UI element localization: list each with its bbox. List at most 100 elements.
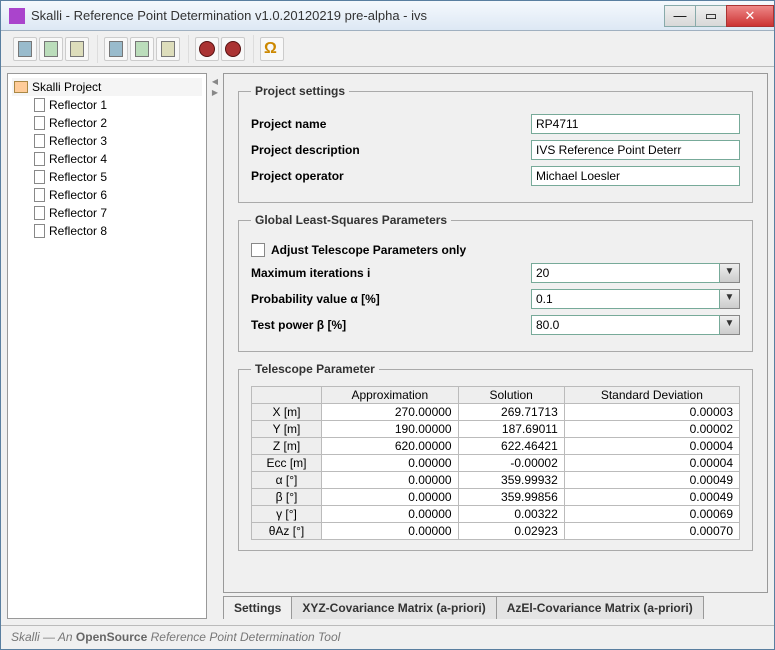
project-name-input[interactable]: [531, 114, 740, 134]
tb-btn-1[interactable]: [13, 37, 37, 61]
tree-item[interactable]: Reflector 8: [12, 222, 202, 240]
tree-item[interactable]: Reflector 3: [12, 132, 202, 150]
cell-std: 0.00003: [564, 404, 739, 421]
cell-std: 0.00002: [564, 421, 739, 438]
adjust-label: Adjust Telescope Parameters only: [271, 243, 466, 257]
tb-btn-8[interactable]: [221, 37, 245, 61]
legend-project: Project settings: [251, 84, 349, 98]
row-header: β [°]: [252, 489, 322, 506]
toolbar: Ω: [1, 31, 774, 67]
tree-item-label: Reflector 5: [49, 170, 107, 184]
file-icon: [34, 134, 45, 148]
table-row: β [°]0.00000359.998560.00049: [252, 489, 740, 506]
tree-item-label: Reflector 3: [49, 134, 107, 148]
tree-item-label: Reflector 1: [49, 98, 107, 112]
pow-label: Test power β [%]: [251, 318, 531, 332]
tb-btn-5[interactable]: [130, 37, 154, 61]
main-area: Skalli Project Reflector 1 Reflector 2 Ref…: [1, 67, 774, 625]
col-sol: Solution: [458, 387, 564, 404]
chevron-right-icon: ▶: [212, 88, 218, 97]
tree-item[interactable]: Reflector 7: [12, 204, 202, 222]
sheet-icon: [44, 41, 58, 57]
tree-item-label: Reflector 6: [49, 188, 107, 202]
pow-input[interactable]: [531, 315, 720, 335]
prob-dropdown[interactable]: ▼: [720, 289, 740, 309]
row-header: X [m]: [252, 404, 322, 421]
table-row: γ [°]0.000000.003220.00069: [252, 506, 740, 523]
cell-approx: 0.00000: [322, 472, 459, 489]
maxit-input[interactable]: [531, 263, 720, 283]
settings-panel: Project settings Project name Project de…: [223, 73, 768, 593]
minimize-button[interactable]: —: [664, 5, 696, 27]
row-header: Ecc [m]: [252, 455, 322, 472]
grid-icon: [109, 41, 123, 57]
tree-item-label: Reflector 7: [49, 206, 107, 220]
tb-btn-6[interactable]: [156, 37, 180, 61]
maximize-button[interactable]: ▭: [695, 5, 727, 27]
tab-xyz[interactable]: XYZ-Covariance Matrix (a-priori): [291, 596, 496, 619]
file-icon: [34, 116, 45, 130]
tree-item-label: Reflector 2: [49, 116, 107, 130]
tree-item-label: Reflector 8: [49, 224, 107, 238]
table-row: α [°]0.00000359.999320.00049: [252, 472, 740, 489]
tree-item[interactable]: Reflector 1: [12, 96, 202, 114]
cell-std: 0.00004: [564, 438, 739, 455]
cell-sol: -0.00002: [458, 455, 564, 472]
tree-item[interactable]: Reflector 4: [12, 150, 202, 168]
status-post: Reference Point Determination Tool: [147, 630, 340, 644]
row-header: Z [m]: [252, 438, 322, 455]
tb-btn-2[interactable]: [39, 37, 63, 61]
tab-settings[interactable]: Settings: [223, 596, 292, 619]
cell-approx: 0.00000: [322, 489, 459, 506]
tab-azel[interactable]: AzEl-Covariance Matrix (a-priori): [496, 596, 704, 619]
close-button[interactable]: ✕: [726, 5, 774, 27]
cell-approx: 270.00000: [322, 404, 459, 421]
target-icon: [199, 41, 215, 57]
pow-dropdown[interactable]: ▼: [720, 315, 740, 335]
splitter[interactable]: ◀▶: [211, 73, 219, 619]
project-tree[interactable]: Skalli Project Reflector 1 Reflector 2 Ref…: [7, 73, 207, 619]
tree-item[interactable]: Reflector 5: [12, 168, 202, 186]
omega-icon: Ω: [264, 41, 280, 57]
row-header: γ [°]: [252, 506, 322, 523]
file-icon: [34, 152, 45, 166]
telescope-table: ApproximationSolutionStandard Deviation …: [251, 386, 740, 540]
prob-input[interactable]: [531, 289, 720, 309]
tree-item-label: Reflector 4: [49, 152, 107, 166]
legend-tel: Telescope Parameter: [251, 362, 379, 376]
table-row: X [m]270.00000269.717130.00003: [252, 404, 740, 421]
tree-item[interactable]: Reflector 6: [12, 186, 202, 204]
adjust-checkbox[interactable]: [251, 243, 265, 257]
app-icon: [9, 8, 25, 24]
cell-std: 0.00049: [564, 472, 739, 489]
file-icon: [34, 170, 45, 184]
tree-item[interactable]: Reflector 2: [12, 114, 202, 132]
tree-root[interactable]: Skalli Project: [12, 78, 202, 96]
cell-std: 0.00049: [564, 489, 739, 506]
cell-std: 0.00070: [564, 523, 739, 540]
cell-sol: 269.71713: [458, 404, 564, 421]
maxit-dropdown[interactable]: ▼: [720, 263, 740, 283]
titlebar: Skalli - Reference Point Determination v…: [1, 1, 774, 31]
project-settings: Project settings Project name Project de…: [238, 84, 753, 203]
cell-sol: 622.46421: [458, 438, 564, 455]
file-icon: [34, 206, 45, 220]
sheet-icon: [18, 41, 32, 57]
table-row: Z [m]620.00000622.464210.00004: [252, 438, 740, 455]
prob-label: Probability value α [%]: [251, 292, 531, 306]
table-row: Ecc [m]0.00000-0.000020.00004: [252, 455, 740, 472]
window-title: Skalli - Reference Point Determination v…: [31, 8, 665, 23]
project-op-input[interactable]: [531, 166, 740, 186]
tb-btn-4[interactable]: [104, 37, 128, 61]
chevron-left-icon: ◀: [212, 77, 218, 86]
file-icon: [34, 188, 45, 202]
status-pre: Skalli — An: [11, 630, 76, 644]
project-desc-input[interactable]: [531, 140, 740, 160]
cell-approx: 0.00000: [322, 455, 459, 472]
tb-btn-9[interactable]: Ω: [260, 37, 284, 61]
tb-btn-3[interactable]: [65, 37, 89, 61]
row-header: α [°]: [252, 472, 322, 489]
content-area: Project settings Project name Project de…: [223, 73, 768, 619]
cell-sol: 0.02923: [458, 523, 564, 540]
tb-btn-7[interactable]: [195, 37, 219, 61]
